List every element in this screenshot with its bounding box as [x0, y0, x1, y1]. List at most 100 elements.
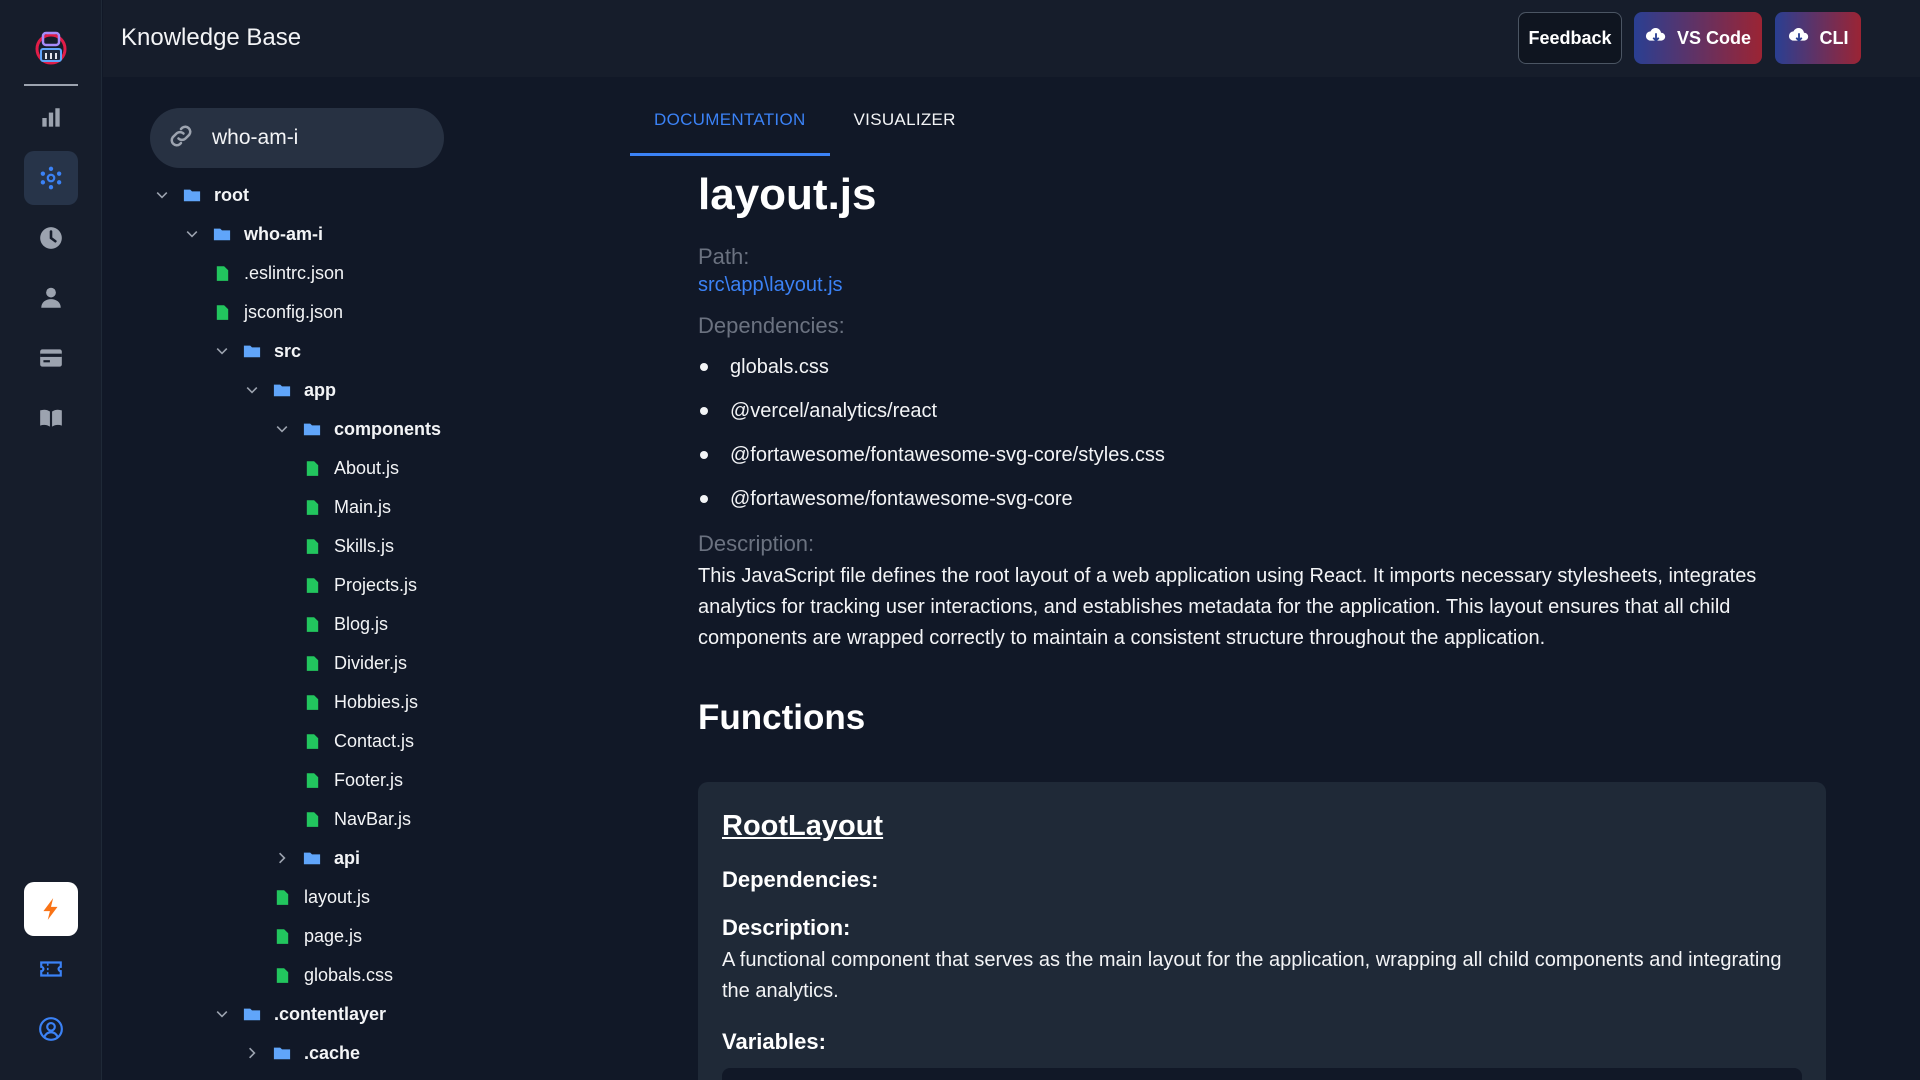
feedback-label: Feedback [1528, 27, 1612, 48]
clock-icon[interactable] [24, 211, 78, 265]
file-icon [302, 770, 322, 790]
account-icon[interactable] [24, 1002, 78, 1056]
tree-file[interactable]: Footer.js [302, 765, 403, 795]
cloud-download-icon [1645, 25, 1667, 52]
folder-icon [182, 185, 202, 205]
function-card: RootLayout Dependencies: Description: A … [698, 782, 1826, 1080]
file-description: This JavaScript file defines the root la… [698, 565, 1757, 649]
chevron-down-icon[interactable] [242, 380, 262, 400]
feedback-button[interactable]: Feedback [1518, 12, 1622, 64]
folder-icon [272, 380, 292, 400]
tab-documentation[interactable]: DOCUMENTATION [630, 92, 830, 156]
tree-label: root [214, 184, 249, 205]
tree-label: .contentlayer [274, 1003, 387, 1024]
tree-label: jsconfig.json [244, 301, 344, 322]
tree-folder[interactable]: .contentlayer [212, 999, 386, 1029]
tree-file[interactable]: Hobbies.js [302, 687, 418, 717]
file-icon [302, 653, 322, 673]
file-icon [212, 302, 232, 322]
tree-file[interactable]: globals.css [272, 960, 393, 990]
function-description: A functional component that serves as th… [722, 949, 1782, 1002]
logo-icon[interactable] [28, 24, 74, 70]
chevron-down-icon[interactable] [152, 185, 172, 205]
tree-label: src [274, 340, 302, 361]
file-icon [302, 575, 322, 595]
tree-label: globals.css [304, 964, 394, 985]
tree-folder[interactable]: app [242, 375, 336, 405]
doc-panel: layout.js Path: src\app\layout.js Depend… [698, 170, 1828, 738]
tree-file[interactable]: jsconfig.json [212, 297, 343, 327]
tree-label: page.js [304, 925, 363, 946]
tree-label: Blog.js [334, 613, 389, 634]
ticket-icon[interactable] [24, 942, 78, 996]
card-icon[interactable] [24, 331, 78, 385]
vscode-button[interactable]: VS Code [1634, 12, 1762, 64]
tree-file[interactable]: Projects.js [302, 570, 417, 600]
folder-icon [212, 224, 232, 244]
tree-file[interactable]: Divider.js [302, 648, 407, 678]
file-icon [302, 731, 322, 751]
tree-file[interactable]: Skills.js [302, 531, 394, 561]
tree-file[interactable]: About.js [302, 453, 399, 483]
dependency-name: @fortawesome/fontawesome-svg-core/styles… [730, 443, 1165, 466]
tree-file[interactable]: layout.js [272, 882, 370, 912]
file-icon [302, 536, 322, 556]
variables-box [722, 1068, 1802, 1080]
file-icon [302, 692, 322, 712]
chevron-right-icon[interactable] [242, 1043, 262, 1063]
tree-folder[interactable]: components [272, 414, 441, 444]
book-icon[interactable] [24, 391, 78, 445]
list-item: @fortawesome/fontawesome-svg-core/styles… [698, 433, 1828, 477]
dependency-name: @fortawesome/fontawesome-svg-core [730, 487, 1073, 510]
tree-label: .cache [304, 1042, 361, 1063]
search-input[interactable] [212, 126, 412, 150]
folder-icon [242, 341, 262, 361]
tree-file[interactable]: page.js [272, 921, 362, 951]
chevron-down-icon[interactable] [272, 419, 292, 439]
dependency-list: globals.css @vercel/analytics/react @for… [698, 345, 1828, 521]
description-label: Description: [698, 531, 815, 556]
chart-icon[interactable] [24, 91, 78, 145]
bullet-icon [700, 451, 708, 459]
tree-label: who-am-i [244, 223, 323, 244]
function-vars-label: Variables: [722, 1029, 826, 1054]
tab-visualizer[interactable]: VISUALIZER [830, 92, 980, 156]
chevron-right-icon[interactable] [272, 848, 292, 868]
function-name-link[interactable]: RootLayout [722, 810, 1802, 843]
tree-folder[interactable]: api [272, 843, 360, 873]
tree-file[interactable]: Contact.js [302, 726, 414, 756]
tree-file[interactable]: .eslintrc.json [212, 258, 344, 288]
file-icon [302, 497, 322, 517]
file-icon [302, 458, 322, 478]
tree-label: Footer.js [334, 769, 404, 790]
folder-icon [242, 1004, 262, 1024]
chevron-down-icon[interactable] [212, 1004, 232, 1024]
file-icon [302, 809, 322, 829]
list-item: @vercel/analytics/react [698, 389, 1828, 433]
bullet-icon [700, 407, 708, 415]
file-path-link[interactable]: src\app\layout.js [698, 274, 843, 297]
path-label: Path: [698, 244, 750, 269]
tree-file[interactable]: NavBar.js [302, 804, 411, 834]
folder-icon [302, 419, 322, 439]
file-icon [302, 614, 322, 634]
tree-file[interactable]: Blog.js [302, 609, 388, 639]
tree-folder[interactable]: who-am-i [182, 219, 323, 249]
chevron-down-icon[interactable] [212, 341, 232, 361]
bolt-icon[interactable] [24, 882, 78, 936]
function-deps-label: Dependencies: [722, 867, 879, 892]
tree-label: Hobbies.js [334, 691, 419, 712]
chevron-down-icon[interactable] [182, 224, 202, 244]
tree-folder[interactable]: src [212, 336, 301, 366]
list-item: @fortawesome/fontawesome-svg-core [698, 477, 1828, 521]
tree-folder[interactable]: .cache [242, 1038, 360, 1068]
tree-file[interactable]: Main.js [302, 492, 391, 522]
repo-search[interactable] [150, 108, 444, 168]
tree-label: app [304, 379, 337, 400]
network-icon[interactable] [24, 151, 78, 205]
tree-folder[interactable]: root [152, 180, 249, 210]
cli-label: CLI [1819, 27, 1849, 48]
cli-button[interactable]: CLI [1775, 12, 1861, 64]
user-icon[interactable] [24, 271, 78, 325]
link-icon [166, 121, 196, 156]
